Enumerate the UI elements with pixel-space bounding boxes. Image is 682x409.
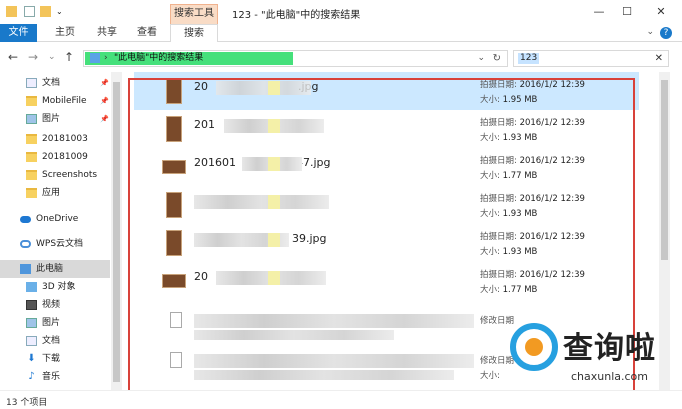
folder-icon [26,170,37,180]
search-input[interactable]: 123 ✕ [513,50,669,67]
folder-icon [26,152,37,162]
nav-item-screenshots[interactable]: Screenshots [0,166,110,184]
refresh-icon[interactable]: ↻ [493,52,501,65]
quick-access-chevron-icon[interactable]: ⌄ [56,6,67,17]
this-pc-icon [20,264,31,274]
nav-item-music[interactable]: ♪ 音乐 [0,368,110,386]
file-list-scrollbar[interactable] [659,72,670,390]
nav-item-documents-quick[interactable]: 文档 📌 [0,74,110,92]
nav-item-20181003[interactable]: 20181003 [0,130,110,148]
new-folder-icon[interactable] [40,6,51,17]
watermark-url: chaxunla.com [571,370,648,383]
pictures-icon [26,114,37,124]
downloads-icon: ⬇ [27,353,36,364]
search-tools-context-label: 搜索工具 [170,4,218,24]
search-query[interactable]: 123 [518,53,540,64]
pin-icon: 📌 [100,115,109,123]
file-list-scrollbar-thumb[interactable] [661,80,668,260]
nav-item-this-pc[interactable]: 此电脑 [0,260,110,278]
breadcrumb-chevron-icon[interactable]: › [104,52,108,65]
videos-icon [26,300,37,310]
nav-item-videos[interactable]: 视频 [0,296,110,314]
properties-icon[interactable] [24,6,35,17]
folder-icon [26,134,37,144]
folder-icon [26,96,37,106]
cloud-icon [20,216,31,223]
documents-icon [26,336,37,346]
back-button[interactable]: ← [8,50,18,64]
up-button[interactable]: ↑ [64,50,74,64]
ribbon-tabs: 文件 主页 共享 查看 搜索 ⌄ ? [0,24,682,42]
tab-share[interactable]: 共享 [92,24,122,42]
pin-icon: 📌 [100,97,109,105]
tab-home[interactable]: 主页 [50,24,80,42]
window-title: 123 - "此电脑"中的搜索结果 [232,10,361,21]
nav-item-20181009[interactable]: 20181009 [0,148,110,166]
address-bar[interactable]: › "此电脑"中的搜索结果 ⌄ ↻ [83,50,508,67]
nav-item-wps-cloud[interactable]: WPS云文档 [0,235,110,253]
watermark-title: 查询啦 [563,331,656,366]
item-count: 13 个项目 [6,398,48,408]
highlight-annotation [128,78,635,393]
status-bar: 13 个项目 [0,390,682,409]
title-bar: ⌄ 搜索工具 123 - "此电脑"中的搜索结果 — ☐ ✕ [0,0,682,24]
nav-item-3d-objects[interactable]: 3D 对象 [0,278,110,296]
tab-view[interactable]: 查看 [132,24,162,42]
documents-icon [26,78,37,88]
close-button[interactable]: ✕ [646,2,676,22]
pictures-icon [26,318,37,328]
tab-file[interactable]: 文件 [0,24,37,42]
expand-ribbon-icon[interactable]: ⌄ [646,27,654,37]
address-path[interactable]: "此电脑"中的搜索结果 [114,52,203,65]
nav-item-pictures[interactable]: 图片 [0,314,110,332]
wps-cloud-icon [20,240,31,248]
this-pc-icon [90,53,100,63]
watermark-logo-dot [525,338,543,356]
pin-icon: 📌 [100,79,109,87]
forward-button[interactable]: → [28,50,38,64]
nav-item-documents[interactable]: 文档 [0,332,110,350]
folder-icon [26,188,37,198]
3d-objects-icon [26,282,37,292]
folder-icon [6,6,17,17]
nav-item-pictures-quick[interactable]: 图片 📌 [0,110,110,128]
music-icon: ♪ [28,371,35,382]
nav-item-apps[interactable]: 应用 [0,184,110,202]
nav-item-mobilefile[interactable]: MobileFile 📌 [0,92,110,110]
clear-search-icon[interactable]: ✕ [655,52,663,65]
address-dropdown-icon[interactable]: ⌄ [477,52,485,65]
minimize-button[interactable]: — [584,2,614,22]
maximize-button[interactable]: ☐ [612,2,642,22]
tab-search[interactable]: 搜索 [170,24,218,42]
recent-locations-button[interactable]: ⌄ [48,52,56,62]
nav-scrollbar[interactable] [111,72,122,390]
nav-item-downloads[interactable]: ⬇ 下载 [0,350,110,368]
navigation-pane: 文档 📌 MobileFile 📌 图片 📌 20181003 20181009… [0,72,124,390]
nav-item-onedrive[interactable]: OneDrive [0,210,110,228]
nav-scrollbar-thumb[interactable] [113,82,120,382]
help-icon[interactable]: ? [660,27,672,39]
watermark-logo-icon [510,323,558,371]
